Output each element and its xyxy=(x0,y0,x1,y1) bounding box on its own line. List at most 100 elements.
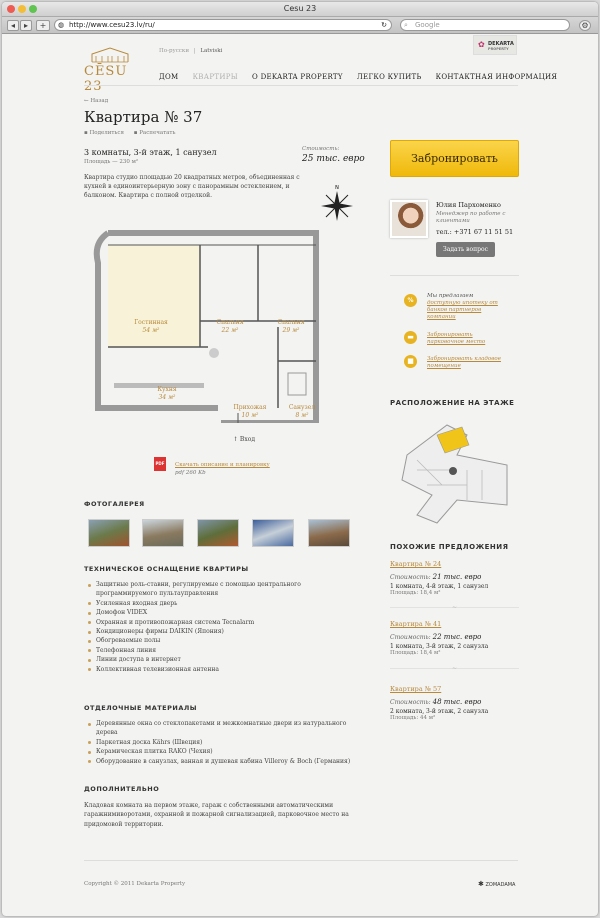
lang-russian[interactable]: По-русски xyxy=(159,48,189,54)
page-content: CĒSU 23 По-русски | Latviski ✿ DEKARTA P… xyxy=(2,35,598,916)
list-item: Домофон VIDEX xyxy=(88,608,358,617)
browser-window: Cesu 23 ◂ ▸ + ◍ http://www.cesu23.lv/ru/… xyxy=(2,2,598,916)
offer-title-link[interactable]: Квартира № 24 xyxy=(390,560,519,568)
back-link[interactable]: ← Назад xyxy=(84,98,108,104)
room-name: Прихожая xyxy=(233,404,267,411)
download-meta: pdf 260 Kb xyxy=(175,470,206,476)
partner-sub: PROPERTY xyxy=(488,47,509,51)
book-button[interactable]: Забронировать xyxy=(390,140,519,177)
similar-offers-title: ПОХОЖИЕ ПРЕДЛОЖЕНИЯ xyxy=(390,543,509,551)
offer-title-link[interactable]: Квартира № 41 xyxy=(390,620,519,628)
pdf-icon: PDF xyxy=(154,457,166,471)
room-name: Гостинная xyxy=(134,319,168,326)
room-hallway: Прихожая 10 м² xyxy=(228,404,272,420)
ask-question-button[interactable]: Задать вопрос xyxy=(436,242,495,257)
offer-price-label: Стоимость: xyxy=(390,634,431,641)
logo-text: CĒSU 23 xyxy=(84,64,128,94)
globe-icon: ◍ xyxy=(58,21,65,29)
gallery-photo-1[interactable] xyxy=(88,519,130,547)
list-item: Коллективная телевизионная антенна xyxy=(88,665,358,674)
price-value: 25 тыс. евро xyxy=(302,154,365,164)
designer-credit[interactable]: ✱ ZOMADAMA xyxy=(478,880,515,888)
gallery-photo-2[interactable] xyxy=(142,519,184,547)
nav-easy-buy[interactable]: ЛЕГКО КУПИТЬ xyxy=(357,73,422,81)
gallery-photo-3[interactable] xyxy=(197,519,239,547)
room-name: Санузел xyxy=(288,404,316,411)
nav-contacts[interactable]: КОНТАКТНАЯ ИНФОРМАЦИЯ xyxy=(436,73,558,81)
download-plan-link[interactable]: Скачать описание и планировку xyxy=(175,462,270,468)
list-item: Паркетная доска Kährs (Швеция) xyxy=(88,738,358,747)
header-divider xyxy=(84,85,518,86)
offer-price-label: Стоимость: xyxy=(390,699,431,706)
promo-storage-link[interactable]: Забронировать кладовое помещение xyxy=(427,356,507,370)
room-area: 8 м² xyxy=(295,412,309,419)
manager-name: Юлия Пархоменко xyxy=(436,201,501,209)
room-name: Кухня xyxy=(157,386,177,393)
ornament-divider: ~ xyxy=(390,605,519,611)
footer-divider xyxy=(84,860,518,861)
list-item: Оборудование в санузлах, ванная и душева… xyxy=(88,757,358,766)
gallery-photo-4[interactable] xyxy=(252,519,294,547)
nav-home[interactable]: ДОМ xyxy=(159,73,179,81)
price-label: Стоимость: xyxy=(302,146,340,152)
list-item: Защитные роль-ставни, регулируемые с пом… xyxy=(88,580,358,599)
share-icon: ▪ xyxy=(84,130,88,136)
share-link[interactable]: Поделиться xyxy=(89,130,124,136)
list-item: Деревянные окна со стеклопакетами и межк… xyxy=(88,719,358,738)
nav-apartments[interactable]: КВАРТИРЫ xyxy=(193,73,238,81)
reload-icon[interactable]: ↻ xyxy=(381,20,387,30)
finish-list: Деревянные окна со стеклопакетами и межк… xyxy=(88,719,358,766)
finish-title: ОТДЕЛОЧНЫЕ МАТЕРИАЛЫ xyxy=(84,704,197,712)
offer-title-link[interactable]: Квартира № 57 xyxy=(390,685,519,693)
list-item: Охранная и противопожарная система Tecna… xyxy=(88,618,358,627)
gallery-photo-5[interactable] xyxy=(308,519,350,547)
search-input[interactable]: ⌕ Google xyxy=(400,19,570,31)
promo-mortgage-link[interactable]: доступную ипотеку от банков партнеров ко… xyxy=(427,300,507,321)
offer-area: Площадь: 18,4 м² xyxy=(390,650,441,656)
partner-logo[interactable]: ✿ DEKARTA PROPERTY xyxy=(473,35,517,55)
forward-nav-button[interactable]: ▸ xyxy=(20,20,32,31)
browser-toolbar: ◂ ▸ + ◍ http://www.cesu23.lv/ru/ ↻ ⌕ Goo… xyxy=(2,17,598,34)
share-print-bar: ▪ Поделиться ▪ Распечатать xyxy=(84,130,175,136)
room-kitchen: Кухня 34 м² xyxy=(144,386,190,402)
offer-card: Квартира № 41 Стоимость: 22 тыс. евро 1 … xyxy=(390,620,519,656)
room-bedroom-2: Спальня 29 м² xyxy=(268,319,314,335)
list-item: Линии доступа в интернет xyxy=(88,655,358,664)
apartment-area: Площадь — 230 м² xyxy=(84,159,139,165)
flower-icon: ✿ xyxy=(478,40,485,49)
room-area: 22 м² xyxy=(221,327,239,334)
copyright: Copyright © 2011 Dekarta Property xyxy=(84,881,186,887)
extra-text: Кладовая комната на первом этаже, гараж … xyxy=(84,802,349,828)
offer-details: 1 комната, 4-й этаж, 1 санузел xyxy=(390,583,489,590)
floor-location-map xyxy=(401,424,508,524)
room-living: Гостинная 54 м² xyxy=(126,319,176,335)
offer-details: 1 комната, 3-й этаж, 2 санузла xyxy=(390,643,489,650)
url-text: http://www.cesu23.lv/ru/ xyxy=(69,21,155,29)
url-input[interactable]: ◍ http://www.cesu23.lv/ru/ ↻ xyxy=(54,19,392,31)
print-icon: ▪ xyxy=(133,130,138,136)
car-icon: ▬ xyxy=(404,331,417,344)
window-title: Cesu 23 xyxy=(283,4,317,13)
credit-text: ZOMADAMA xyxy=(485,882,516,888)
language-switcher: По-русски | Latviski xyxy=(159,48,223,54)
list-item: Телефонная линия xyxy=(88,646,358,655)
nav-about[interactable]: О DEKARTA PROPERTY xyxy=(252,73,343,81)
print-link[interactable]: Распечатать xyxy=(139,130,175,136)
lang-latvian[interactable]: Latviski xyxy=(200,48,222,54)
promo-mortgage-pre: Мы предлагаем xyxy=(427,293,474,299)
ornament-divider: ~ xyxy=(390,666,519,672)
back-nav-button[interactable]: ◂ xyxy=(7,20,19,31)
settings-gear-icon[interactable]: ⚙ xyxy=(579,20,591,31)
list-item: Кондиционеры фирмы DAIKIN (Япония) xyxy=(88,627,358,636)
room-area: 54 м² xyxy=(142,327,160,334)
offer-price: 22 тыс. евро xyxy=(432,633,482,641)
site-logo[interactable]: CĒSU 23 xyxy=(84,47,136,94)
gallery-title: ФОТОГАЛЕРЕЯ xyxy=(84,500,145,508)
manager-phone: тел.: +371 67 11 51 51 xyxy=(436,228,514,236)
add-bookmark-button[interactable]: + xyxy=(36,20,50,31)
room-area: 10 м² xyxy=(241,412,259,419)
manager-role: Менеджер по работе с клиентами xyxy=(436,211,506,224)
entrance-label: ↑ Вход xyxy=(233,436,256,443)
room-area: 34 м² xyxy=(158,394,176,401)
promo-parking-link[interactable]: Забронировать парковочное место xyxy=(427,332,507,346)
